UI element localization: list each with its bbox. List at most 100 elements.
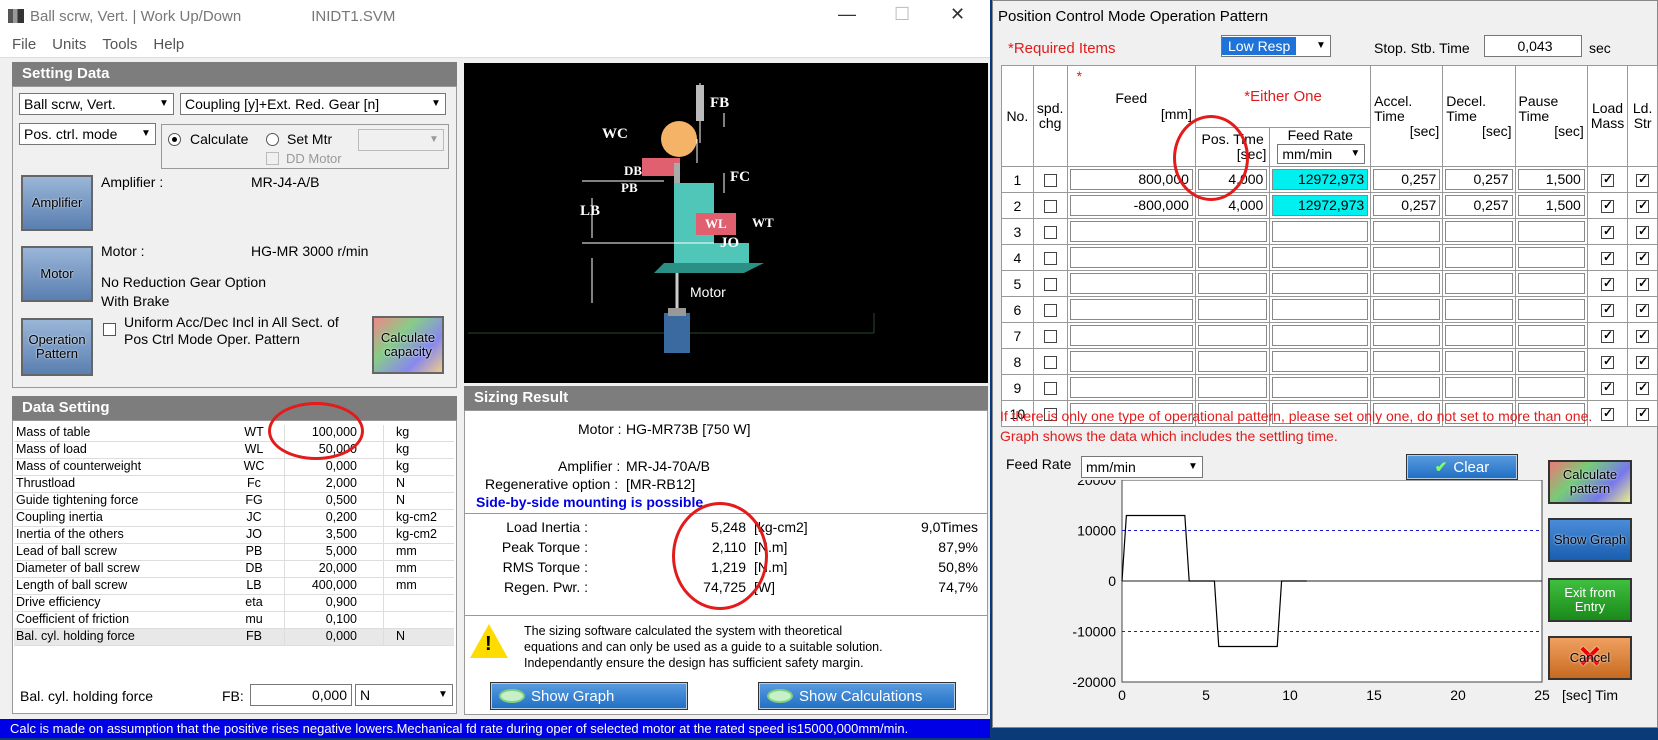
param-value[interactable]: 0,200: [284, 510, 384, 526]
pause-time-input[interactable]: [1517, 351, 1585, 372]
set-motor-radio[interactable]: [266, 133, 279, 146]
load-stroke-checkbox[interactable]: [1636, 198, 1650, 214]
feed-input[interactable]: [1069, 325, 1193, 346]
load-mass-checkbox[interactable]: [1601, 250, 1615, 266]
load-stroke-checkbox[interactable]: [1636, 406, 1650, 422]
speed-change-checkbox[interactable]: [1043, 278, 1057, 292]
decel-time-input[interactable]: [1445, 221, 1513, 242]
feed-rate-input[interactable]: 12972,973: [1272, 169, 1369, 190]
feed-rate-input[interactable]: 12972,973: [1272, 195, 1369, 216]
decel-time-input[interactable]: [1445, 351, 1513, 372]
holding-force-input[interactable]: 0,000: [250, 684, 352, 706]
load-mass-checkbox[interactable]: [1601, 198, 1615, 214]
speed-change-checkbox[interactable]: [1043, 174, 1057, 188]
load-mass-checkbox[interactable]: [1601, 224, 1615, 240]
menu-units[interactable]: Units: [52, 36, 86, 53]
decel-time-input[interactable]: 0,257: [1445, 169, 1513, 190]
param-value[interactable]: 3,500: [284, 527, 384, 543]
accel-time-input[interactable]: [1373, 325, 1441, 346]
feed-input[interactable]: [1069, 273, 1193, 294]
accel-time-input[interactable]: [1373, 377, 1441, 398]
feed-input[interactable]: [1069, 351, 1193, 372]
feed-rate-input[interactable]: [1272, 377, 1369, 398]
accel-time-input[interactable]: [1373, 247, 1441, 268]
param-value[interactable]: 5,000: [284, 544, 384, 560]
close-button[interactable]: ✕: [950, 4, 965, 25]
minimize-button[interactable]: —: [838, 4, 856, 25]
menu-file[interactable]: File: [12, 36, 36, 53]
accel-time-input[interactable]: [1373, 299, 1441, 320]
feed-input[interactable]: [1069, 377, 1193, 398]
load-mass-checkbox[interactable]: [1601, 302, 1615, 318]
pause-time-input[interactable]: 1,500: [1517, 195, 1585, 216]
decel-time-input[interactable]: [1445, 299, 1513, 320]
load-mass-checkbox[interactable]: [1601, 328, 1615, 344]
pause-time-input[interactable]: [1517, 299, 1585, 320]
param-value[interactable]: 0,900: [284, 595, 384, 611]
amplifier-button[interactable]: Amplifier: [21, 175, 93, 231]
load-mass-checkbox[interactable]: [1601, 406, 1615, 422]
menu-help[interactable]: Help: [153, 36, 184, 53]
clear-button[interactable]: ✔ Clear: [1406, 454, 1518, 480]
drive-type-select[interactable]: Ball scrw, Vert. ▼: [19, 93, 174, 115]
feed-input[interactable]: [1069, 221, 1193, 242]
response-select[interactable]: Low Resp ▼: [1221, 35, 1331, 57]
load-mass-checkbox[interactable]: [1601, 172, 1615, 188]
pause-time-input[interactable]: [1517, 273, 1585, 294]
coupling-select[interactable]: Coupling [y]+Ext. Red. Gear [n] ▼: [180, 93, 446, 115]
load-stroke-checkbox[interactable]: [1636, 354, 1650, 370]
param-value[interactable]: 2,000: [284, 476, 384, 492]
feed-input[interactable]: -800,000: [1069, 195, 1193, 216]
load-stroke-checkbox[interactable]: [1636, 172, 1650, 188]
feed-rate-input[interactable]: [1272, 325, 1369, 346]
pos-time-input[interactable]: [1197, 299, 1268, 320]
accel-time-input[interactable]: [1373, 351, 1441, 372]
speed-change-checkbox[interactable]: [1043, 226, 1057, 240]
accel-time-input[interactable]: 0,257: [1373, 195, 1441, 216]
pos-time-input[interactable]: [1197, 325, 1268, 346]
load-stroke-checkbox[interactable]: [1636, 224, 1650, 240]
op-show-graph-button[interactable]: Show Graph: [1548, 518, 1632, 562]
calculate-capacity-button[interactable]: Calculate capacity: [372, 316, 444, 374]
menu-tools[interactable]: Tools: [102, 36, 137, 53]
pos-time-input[interactable]: [1197, 351, 1268, 372]
feed-input[interactable]: [1069, 247, 1193, 268]
feed-input[interactable]: [1069, 299, 1193, 320]
pos-time-input[interactable]: [1197, 247, 1268, 268]
decel-time-input[interactable]: 0,257: [1445, 195, 1513, 216]
cancel-button[interactable]: ✕ Cancel: [1548, 636, 1632, 680]
speed-change-checkbox[interactable]: [1043, 330, 1057, 344]
exit-from-entry-button[interactable]: Exit from Entry: [1548, 578, 1632, 622]
load-stroke-checkbox[interactable]: [1636, 328, 1650, 344]
decel-time-input[interactable]: [1445, 325, 1513, 346]
speed-change-checkbox[interactable]: [1043, 200, 1057, 214]
param-value[interactable]: 0,100: [284, 612, 384, 628]
calculate-pattern-button[interactable]: Calculate pattern: [1548, 460, 1632, 504]
uniform-acc-checkbox[interactable]: [103, 323, 116, 336]
accel-time-input[interactable]: [1373, 273, 1441, 294]
load-mass-checkbox[interactable]: [1601, 276, 1615, 292]
feed-rate-input[interactable]: [1272, 221, 1369, 242]
pause-time-input[interactable]: [1517, 325, 1585, 346]
speed-change-checkbox[interactable]: [1043, 252, 1057, 266]
pause-time-input[interactable]: [1517, 377, 1585, 398]
pause-time-input[interactable]: 1,500: [1517, 169, 1585, 190]
param-value[interactable]: 20,000: [284, 561, 384, 577]
feed-rate-input[interactable]: [1272, 299, 1369, 320]
load-stroke-checkbox[interactable]: [1636, 302, 1650, 318]
load-mass-checkbox[interactable]: [1601, 354, 1615, 370]
feed-rate-input[interactable]: [1272, 351, 1369, 372]
control-mode-select[interactable]: Pos. ctrl. mode ▼: [19, 123, 156, 145]
maximize-button[interactable]: ☐: [894, 4, 910, 25]
motor-button[interactable]: Motor: [21, 246, 93, 302]
graph-unit-select[interactable]: mm/min ▼: [1081, 456, 1203, 478]
param-value[interactable]: 0,000: [284, 629, 384, 645]
accel-time-input[interactable]: 0,257: [1373, 169, 1441, 190]
param-value[interactable]: 400,000: [284, 578, 384, 594]
feed-rate-input[interactable]: [1272, 273, 1369, 294]
operation-pattern-button[interactable]: Operation Pattern: [21, 318, 93, 376]
pause-time-input[interactable]: [1517, 247, 1585, 268]
param-value[interactable]: 0,500: [284, 493, 384, 509]
show-graph-button[interactable]: Show Graph: [490, 682, 688, 710]
feed-rate-input[interactable]: [1272, 247, 1369, 268]
